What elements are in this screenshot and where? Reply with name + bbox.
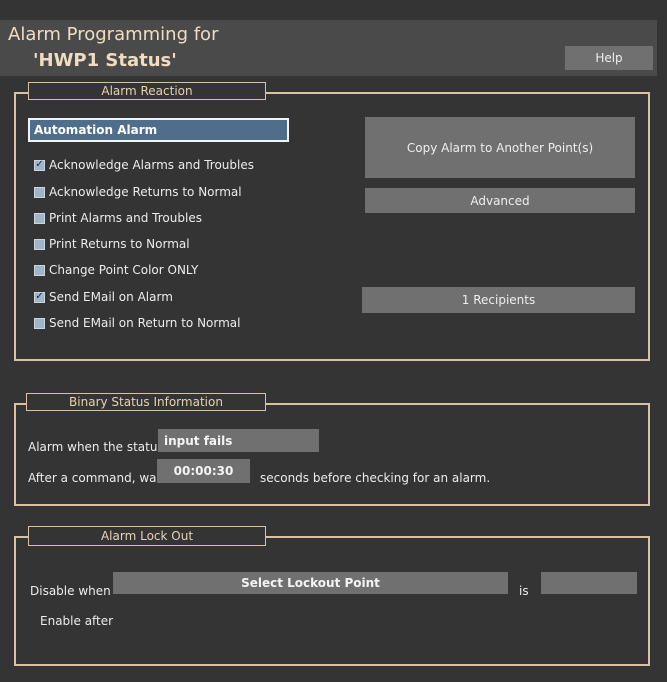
checkbox-box[interactable]: [34, 238, 45, 250]
header-bar: Alarm Programming for 'HWP1 Status' Help: [0, 20, 657, 76]
checkbox-label: Print Alarms and Troubles: [49, 211, 202, 225]
checkbox-ack-alarms[interactable]: ✓ Acknowledge Alarms and Troubles: [34, 158, 254, 172]
select-lockout-point-button[interactable]: Select Lockout Point: [113, 572, 508, 594]
after-command-label: After a command, wait: [28, 471, 165, 485]
checkbox-ack-returns[interactable]: Acknowledge Returns to Normal: [34, 185, 242, 199]
is-label: is: [519, 584, 529, 598]
alarm-reaction-label: Alarm Reaction: [28, 82, 266, 100]
status-condition-field[interactable]: input fails: [158, 429, 319, 452]
checkbox-print-alarms[interactable]: Print Alarms and Troubles: [34, 211, 202, 225]
checkbox-label: Send EMail on Alarm: [49, 290, 173, 304]
checkbox-box[interactable]: ✓: [34, 159, 45, 171]
checkbox-email-return[interactable]: Send EMail on Return to Normal: [34, 316, 240, 330]
binary-status-label: Binary Status Information: [26, 393, 266, 411]
wait-time-field[interactable]: 00:00:30: [157, 459, 250, 483]
checkbox-label: Change Point Color ONLY: [49, 263, 199, 277]
seconds-label: seconds before checking for an alarm.: [260, 471, 491, 485]
checkbox-label: Send EMail on Return to Normal: [49, 316, 241, 330]
point-name-title: 'HWP1 Status': [33, 50, 177, 71]
enable-after-label: Enable after: [40, 614, 114, 628]
checkbox-change-color[interactable]: Change Point Color ONLY: [34, 263, 198, 277]
lockout-value-field[interactable]: [541, 572, 637, 594]
checkbox-email-alarm[interactable]: ✓ Send EMail on Alarm: [34, 290, 173, 304]
checkbox-box[interactable]: [34, 264, 45, 276]
checkbox-label: Acknowledge Alarms and Troubles: [49, 158, 254, 172]
checkbox-label: Acknowledge Returns to Normal: [49, 185, 242, 199]
advanced-button[interactable]: Advanced: [365, 188, 635, 213]
checkbox-print-returns[interactable]: Print Returns to Normal: [34, 237, 190, 251]
alarm-when-label: Alarm when the status: [28, 440, 164, 454]
copy-alarm-button[interactable]: Copy Alarm to Another Point(s): [365, 117, 635, 178]
checkbox-box[interactable]: [34, 317, 45, 329]
check-mark-icon: ✓: [35, 159, 44, 170]
recipients-button[interactable]: 1 Recipients: [362, 287, 635, 313]
disable-when-label: Disable when: [30, 584, 111, 598]
checkbox-box[interactable]: [34, 186, 45, 198]
check-mark-icon: ✓: [35, 291, 44, 302]
checkbox-box[interactable]: [34, 212, 45, 224]
binary-status-frame: [14, 403, 650, 506]
alarm-type-select[interactable]: Automation Alarm: [28, 118, 289, 142]
lockout-label: Alarm Lock Out: [28, 526, 266, 546]
checkbox-label: Print Returns to Normal: [49, 237, 190, 251]
help-button[interactable]: Help: [565, 46, 653, 70]
lockout-frame: [14, 536, 650, 666]
page-title: Alarm Programming for: [8, 24, 219, 45]
checkbox-box[interactable]: ✓: [34, 291, 45, 303]
